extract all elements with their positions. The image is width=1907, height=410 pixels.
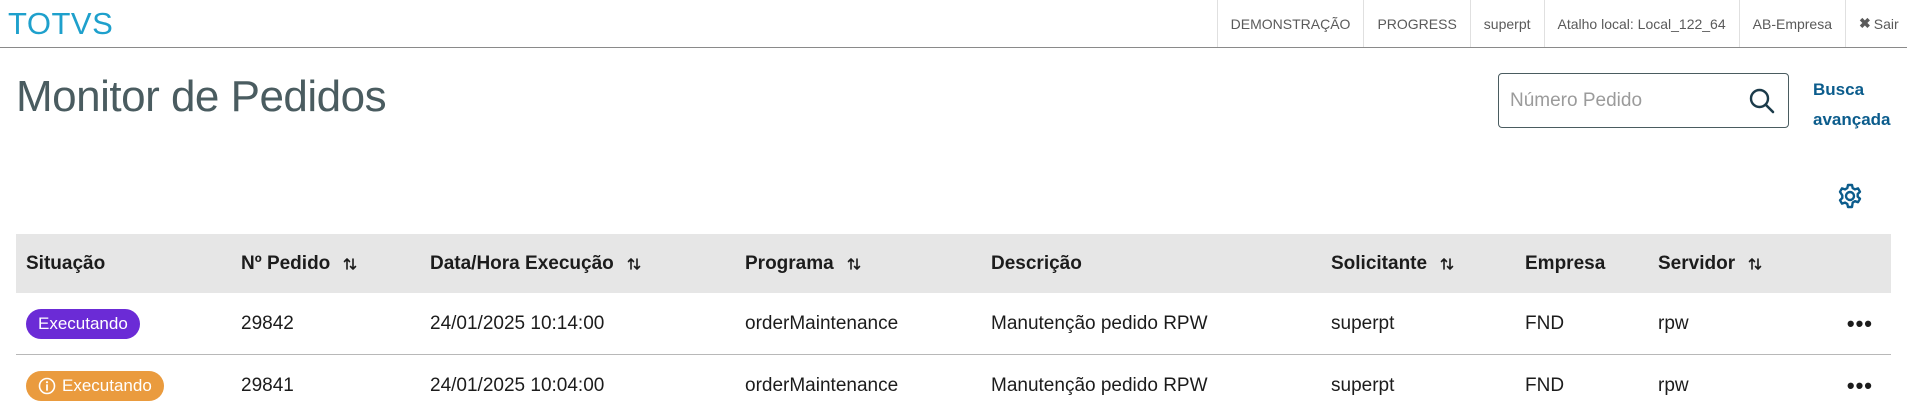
sort-icon[interactable] (626, 256, 642, 272)
column-order-number[interactable]: Nº Pedido (241, 234, 358, 293)
more-horizontal-icon[interactable]: ••• (1847, 293, 1873, 355)
status-badge[interactable]: Executando (26, 371, 164, 401)
search-icon[interactable] (1748, 87, 1776, 115)
company-cell: FND (1525, 313, 1565, 334)
column-company: Empresa (1525, 234, 1605, 293)
column-program[interactable]: Programa (745, 234, 862, 293)
status-badge-label: Executando (62, 376, 152, 395)
status-cell: Executando (26, 355, 164, 410)
topmenu-item-shortcut[interactable]: Atalho local: Local_122_64 (1543, 0, 1739, 47)
column-server-label: Servidor (1658, 252, 1736, 274)
description-cell: Manutenção pedido RPW (991, 313, 1208, 334)
sort-icon[interactable] (1439, 256, 1455, 272)
column-program-label: Programa (745, 252, 834, 274)
topmenu-item-environment[interactable]: DEMONSTRAÇÃO (1216, 0, 1364, 47)
column-company-label: Empresa (1525, 252, 1606, 274)
gear-icon[interactable] (1836, 182, 1864, 210)
status-badge[interactable]: Executando (26, 309, 140, 339)
requester-cell: superpt (1331, 375, 1395, 396)
status-badge-label: Executando (38, 314, 128, 333)
sort-icon[interactable] (1747, 256, 1763, 272)
requester-cell: superpt (1331, 313, 1395, 334)
topmenu-item-user[interactable]: superpt (1469, 0, 1544, 47)
column-status-label: Situação (26, 252, 106, 274)
column-requester[interactable]: Solicitante (1331, 234, 1455, 293)
close-icon: ✖ (1859, 15, 1871, 31)
status-cell: Executando (26, 293, 140, 355)
page-title: Monitor de Pedidos (16, 72, 387, 121)
topmenu-item-database[interactable]: PROGRESS (1363, 0, 1469, 47)
column-server[interactable]: Servidor (1658, 234, 1763, 293)
server-cell: rpw (1658, 313, 1689, 334)
column-description: Descrição (991, 234, 1082, 293)
column-status: Situação (26, 234, 105, 293)
table-row[interactable]: Executando 29842 24/01/2025 10:14:00 ord… (16, 293, 1891, 355)
column-order-number-label: Nº Pedido (241, 252, 331, 274)
program-cell: orderMaintenance (745, 313, 899, 334)
orders-table: Situação Nº Pedido Data/Hora Execução Pr… (16, 234, 1891, 410)
advanced-search-line2: avançada (1813, 110, 1891, 129)
top-menu: DEMONSTRAÇÃO PROGRESS superpt Atalho loc… (1216, 0, 1907, 47)
sort-icon[interactable] (342, 256, 358, 272)
table-header: Situação Nº Pedido Data/Hora Execução Pr… (16, 234, 1891, 293)
exit-button[interactable]: ✖ Sair (1845, 0, 1907, 47)
description-cell: Manutenção pedido RPW (991, 375, 1208, 396)
topmenu-item-company[interactable]: AB-Empresa (1738, 0, 1845, 47)
order-number-search-input[interactable] (1499, 89, 1739, 112)
advanced-search-line1: Busca (1813, 80, 1865, 99)
company-cell: FND (1525, 375, 1565, 396)
top-bar: TOTVS DEMONSTRAÇÃO PROGRESS superpt Atal… (0, 0, 1907, 48)
info-circle-icon (38, 377, 56, 395)
column-description-label: Descrição (991, 252, 1082, 274)
more-horizontal-icon[interactable]: ••• (1847, 355, 1873, 410)
server-cell: rpw (1658, 375, 1689, 396)
column-datetime-label: Data/Hora Execução (430, 252, 614, 274)
exit-label: Sair (1873, 15, 1899, 32)
datetime-cell: 24/01/2025 10:14:00 (430, 313, 605, 334)
program-cell: orderMaintenance (745, 375, 899, 396)
datetime-cell: 24/01/2025 10:04:00 (430, 375, 605, 396)
order-number-cell: 29841 (241, 375, 294, 396)
advanced-search-link[interactable]: Busca avançada (1813, 75, 1891, 135)
sort-icon[interactable] (846, 256, 862, 272)
search-box (1498, 73, 1789, 128)
order-number-cell: 29842 (241, 313, 294, 334)
column-datetime[interactable]: Data/Hora Execução (430, 234, 642, 293)
table-row[interactable]: Executando 29841 24/01/2025 10:04:00 ord… (16, 355, 1891, 410)
totvs-logo[interactable]: TOTVS (8, 6, 113, 42)
column-requester-label: Solicitante (1331, 252, 1428, 274)
